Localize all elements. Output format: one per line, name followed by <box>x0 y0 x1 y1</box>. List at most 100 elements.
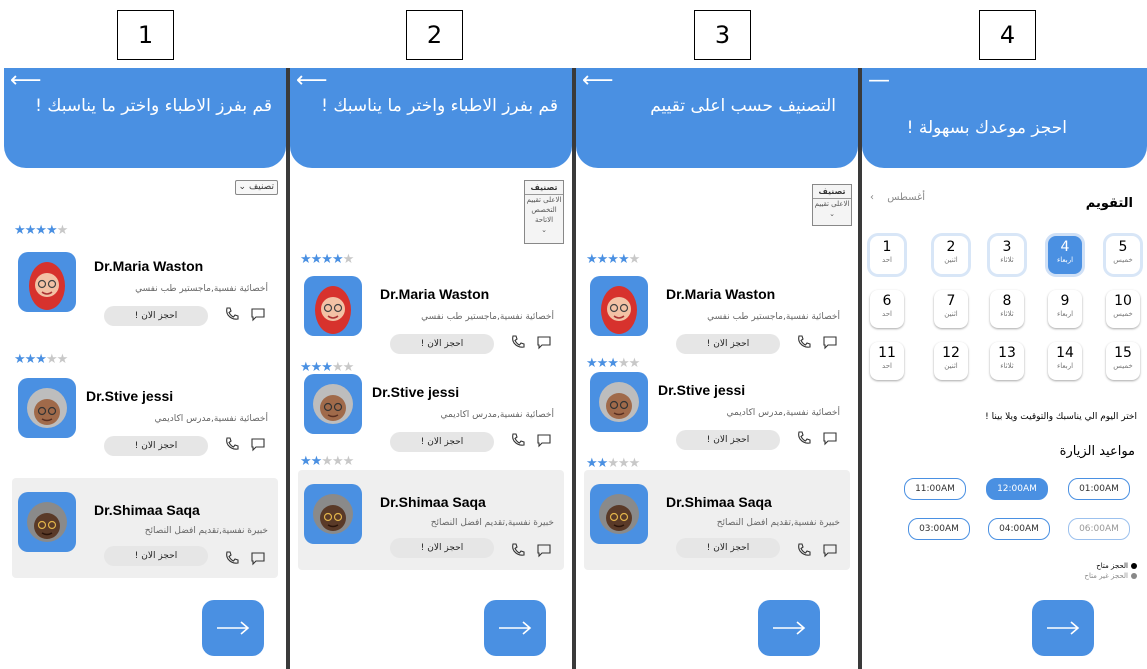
rating-stars: ★★★★★ <box>300 360 354 375</box>
sort-option[interactable]: الاتاحة <box>525 215 563 225</box>
calendar-day[interactable]: 15 خميس <box>1106 342 1140 380</box>
phone-icon[interactable] <box>224 550 240 566</box>
chat-icon[interactable] <box>536 432 552 448</box>
sort-option[interactable]: الاعلى تقييم <box>525 195 563 205</box>
chat-icon[interactable] <box>822 430 838 446</box>
sort-dropdown-open[interactable]: تصنيف الاعلى تقييم التخصص الاتاحة ⌄ <box>524 180 564 244</box>
calendar-day[interactable]: 13 ثلاثاء <box>990 342 1024 380</box>
doctor-name: Dr.Shimaa Saqa <box>666 494 772 510</box>
doctor-card[interactable]: Dr.Shimaa Saqa خبيرة نفسية,تقديم افضل ال… <box>298 470 564 570</box>
day-label: احد <box>882 256 892 264</box>
doctor-avatar <box>18 378 76 438</box>
book-now-button[interactable]: احجز الان ! <box>390 334 494 354</box>
day-label: اثنين <box>944 256 958 264</box>
sort-dropdown[interactable]: تصنيف ⌄ <box>234 180 278 195</box>
day-number: 11 <box>878 345 896 361</box>
calendar-day[interactable]: 12 اثنين <box>934 342 968 380</box>
back-arrow-icon[interactable]: ⟵ <box>296 70 328 92</box>
calendar-day[interactable]: 14 اربعاء <box>1048 342 1082 380</box>
rating-stars: ★★★★★ <box>14 352 68 367</box>
arrow-right-icon <box>773 621 806 635</box>
doctor-avatar <box>590 276 648 336</box>
chevron-down-icon: ⌄ <box>238 182 247 192</box>
doctor-card[interactable]: Dr.Stive jessi أخصائية نفسية,مدرس اكاديم… <box>12 378 278 478</box>
back-arrow-icon[interactable]: ⟵ <box>10 70 42 92</box>
next-button[interactable] <box>758 600 820 656</box>
back-arrow-icon[interactable]: ⟵ <box>582 70 614 92</box>
phone-icon[interactable] <box>510 542 526 558</box>
phone-icon[interactable] <box>796 542 812 558</box>
doctor-name: Dr.Shimaa Saqa <box>380 494 486 510</box>
chat-icon[interactable] <box>536 334 552 350</box>
book-now-button[interactable]: احجز الان ! <box>104 306 208 326</box>
book-now-button[interactable]: احجز الان ! <box>104 436 208 456</box>
phone-icon[interactable] <box>796 334 812 350</box>
chat-icon[interactable] <box>822 334 838 350</box>
calendar-day[interactable]: 11 احد <box>870 342 904 380</box>
day-number: 1 <box>882 239 892 255</box>
next-button[interactable] <box>484 600 546 656</box>
doctor-card[interactable]: Dr.Shimaa Saqa خبيرة نفسية,تقديم افضل ال… <box>12 478 278 578</box>
phone-icon[interactable] <box>224 436 240 452</box>
day-label: اثنين <box>944 362 958 370</box>
screen-doctor-list-sort-open: ⟵ قم بفرز الاطباء واختر ما يناسبك ! تصني… <box>290 68 572 669</box>
day-label: ثلاثاء <box>1000 310 1014 318</box>
sort-dropdown-open[interactable]: تصنيف الاعلى تقييم ⌄ <box>812 184 852 226</box>
calendar-day[interactable]: 10 خميس <box>1106 290 1140 328</box>
phone-icon[interactable] <box>510 334 526 350</box>
page-title: التصنيف حسب اعلى تقييم <box>650 96 836 116</box>
chat-icon[interactable] <box>536 542 552 558</box>
next-button[interactable] <box>202 600 264 656</box>
calendar-day[interactable]: 3 ثلاثاء <box>990 236 1024 274</box>
chat-icon[interactable] <box>250 436 266 452</box>
calendar-day[interactable]: 5 خميس <box>1106 236 1140 274</box>
calendar-day[interactable]: 9 اربعاء <box>1048 290 1082 328</box>
arrow-right-icon <box>217 621 250 635</box>
sort-option[interactable]: الاعلى تقييم <box>813 199 851 209</box>
screen-doctor-list: ⟵ قم بفرز الاطباء واختر ما يناسبك ! تصني… <box>4 68 286 669</box>
time-slot[interactable]: 11:00AM <box>904 478 966 500</box>
phone-icon[interactable] <box>224 306 240 322</box>
calendar-day[interactable]: 8 ثلاثاء <box>990 290 1024 328</box>
calendar-day[interactable]: 4 اربعاء <box>1048 236 1082 274</box>
chat-icon[interactable] <box>250 306 266 322</box>
time-slot[interactable]: 06:00AM <box>1068 518 1130 540</box>
calendar-title: التقويم <box>1085 196 1133 211</box>
book-now-button[interactable]: احجز الان ! <box>390 538 494 558</box>
phone-icon[interactable] <box>796 430 812 446</box>
month-selector[interactable]: ‹ أغسطس <box>870 192 925 203</box>
book-now-button[interactable]: احجز الان ! <box>676 538 780 558</box>
calendar-day[interactable]: 2 اثنين <box>934 236 968 274</box>
phone-icon[interactable] <box>510 432 526 448</box>
day-label: خميس <box>1113 256 1133 264</box>
calendar-day[interactable]: 1 احد <box>870 236 904 274</box>
book-now-button[interactable]: احجز الان ! <box>676 334 780 354</box>
doctor-description: خبيرة نفسية,تقديم افضل النصائح <box>716 518 840 528</box>
chevron-left-icon[interactable]: ‹ <box>870 192 874 203</box>
day-number: 5 <box>1118 239 1128 255</box>
panel-number-2: 2 <box>406 10 463 60</box>
book-now-button[interactable]: احجز الان ! <box>104 546 208 566</box>
legend-label: الحجز غير متاح <box>1084 572 1128 580</box>
chat-icon[interactable] <box>250 550 266 566</box>
time-slot[interactable]: 01:00AM <box>1068 478 1130 500</box>
sort-label: تصنيف <box>525 181 563 195</box>
time-slot[interactable]: 12:00AM <box>986 478 1048 500</box>
doctor-card[interactable]: Dr.Maria Waston أخصائية نفسية,ماجستير طب… <box>12 248 278 348</box>
calendar-day[interactable]: 7 اثنين <box>934 290 968 328</box>
doctor-name: Dr.Shimaa Saqa <box>94 502 200 518</box>
day-label: اثنين <box>944 310 958 318</box>
legend-dot-icon <box>1131 563 1137 569</box>
doctor-card[interactable]: Dr.Shimaa Saqa خبيرة نفسية,تقديم افضل ال… <box>584 470 850 570</box>
book-now-button[interactable]: احجز الان ! <box>390 432 494 452</box>
calendar-day[interactable]: 6 احد <box>870 290 904 328</box>
day-label: اربعاء <box>1056 256 1074 264</box>
chat-icon[interactable] <box>822 542 838 558</box>
next-button[interactable] <box>1032 600 1094 656</box>
time-slot[interactable]: 04:00AM <box>988 518 1050 540</box>
sort-option[interactable]: التخصص <box>525 205 563 215</box>
back-arrow-icon[interactable]: — <box>868 70 890 92</box>
book-now-button[interactable]: احجز الان ! <box>676 430 780 450</box>
time-slot[interactable]: 03:00AM <box>908 518 970 540</box>
doctor-description: أخصائية نفسية,ماجستير طب نفسي <box>135 284 268 294</box>
